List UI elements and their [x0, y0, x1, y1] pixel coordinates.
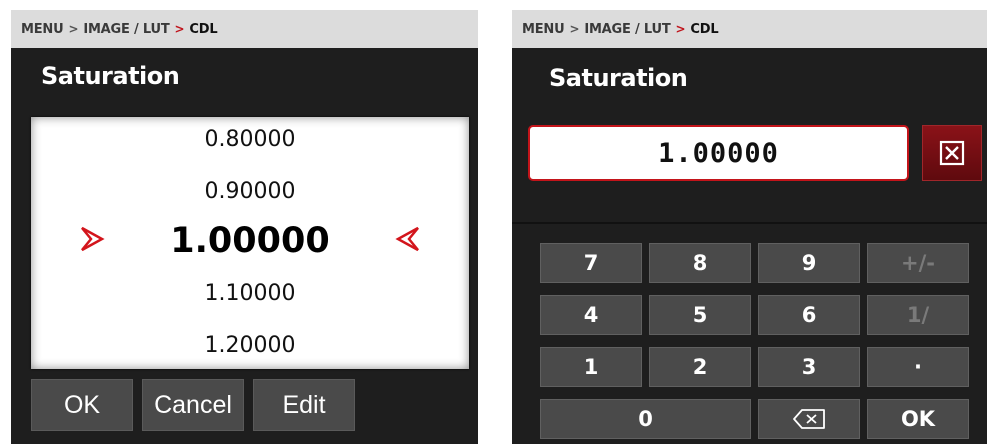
backspace-icon [793, 409, 825, 429]
page-title: Saturation [549, 64, 688, 92]
divider [512, 222, 987, 224]
key-2[interactable]: 2 [649, 347, 751, 387]
saturation-picker-panel: MENU > IMAGE / LUT > CDL Saturation 0.80… [11, 10, 478, 444]
action-buttons: OK Cancel Edit [31, 379, 355, 431]
breadcrumb-section[interactable]: IMAGE / LUT [83, 22, 169, 37]
breadcrumb-current: CDL [189, 21, 218, 37]
breadcrumb: MENU > IMAGE / LUT > CDL [11, 10, 478, 48]
value-option[interactable]: 1.10000 [31, 281, 469, 306]
selection-arrow-left-icon [81, 226, 105, 252]
key-9[interactable]: 9 [758, 243, 860, 283]
key-decimal[interactable]: · [867, 347, 969, 387]
edit-button[interactable]: Edit [253, 379, 355, 431]
key-0[interactable]: 0 [540, 399, 751, 439]
breadcrumb-active-separator-icon: > [174, 22, 185, 36]
key-6[interactable]: 6 [758, 295, 860, 335]
key-5[interactable]: 5 [649, 295, 751, 335]
key-4[interactable]: 4 [540, 295, 642, 335]
key-3[interactable]: 3 [758, 347, 860, 387]
cancel-button[interactable]: Cancel [142, 379, 244, 431]
breadcrumb-menu[interactable]: MENU [522, 22, 565, 37]
page-title: Saturation [41, 62, 180, 90]
clear-button[interactable] [922, 125, 982, 181]
value-option[interactable]: 0.90000 [31, 179, 469, 204]
breadcrumb-separator-icon: > [68, 22, 79, 36]
breadcrumb: MENU > IMAGE / LUT > CDL [512, 10, 987, 48]
key-7[interactable]: 7 [540, 243, 642, 283]
backspace-button[interactable] [758, 399, 860, 439]
value-input[interactable]: 1.00000 [528, 125, 909, 181]
breadcrumb-separator-icon: > [569, 22, 580, 36]
clear-x-icon [939, 140, 965, 166]
key-reciprocal[interactable]: 1/ [867, 295, 969, 335]
selection-arrow-right-icon [395, 226, 419, 252]
breadcrumb-current: CDL [690, 21, 719, 37]
value-scroller[interactable]: 0.80000 0.90000 1.00000 1.10000 1.20000 [31, 117, 469, 369]
breadcrumb-menu[interactable]: MENU [21, 22, 64, 37]
key-plus-minus[interactable]: +/- [867, 243, 969, 283]
value-option[interactable]: 0.80000 [31, 127, 469, 152]
ok-button[interactable]: OK [31, 379, 133, 431]
key-1[interactable]: 1 [540, 347, 642, 387]
keypad-ok-button[interactable]: OK [867, 399, 969, 439]
value-option[interactable]: 1.20000 [31, 333, 469, 358]
breadcrumb-active-separator-icon: > [675, 22, 686, 36]
saturation-keypad-panel: MENU > IMAGE / LUT > CDL Saturation 1.00… [512, 10, 987, 444]
key-8[interactable]: 8 [649, 243, 751, 283]
breadcrumb-section[interactable]: IMAGE / LUT [584, 22, 670, 37]
